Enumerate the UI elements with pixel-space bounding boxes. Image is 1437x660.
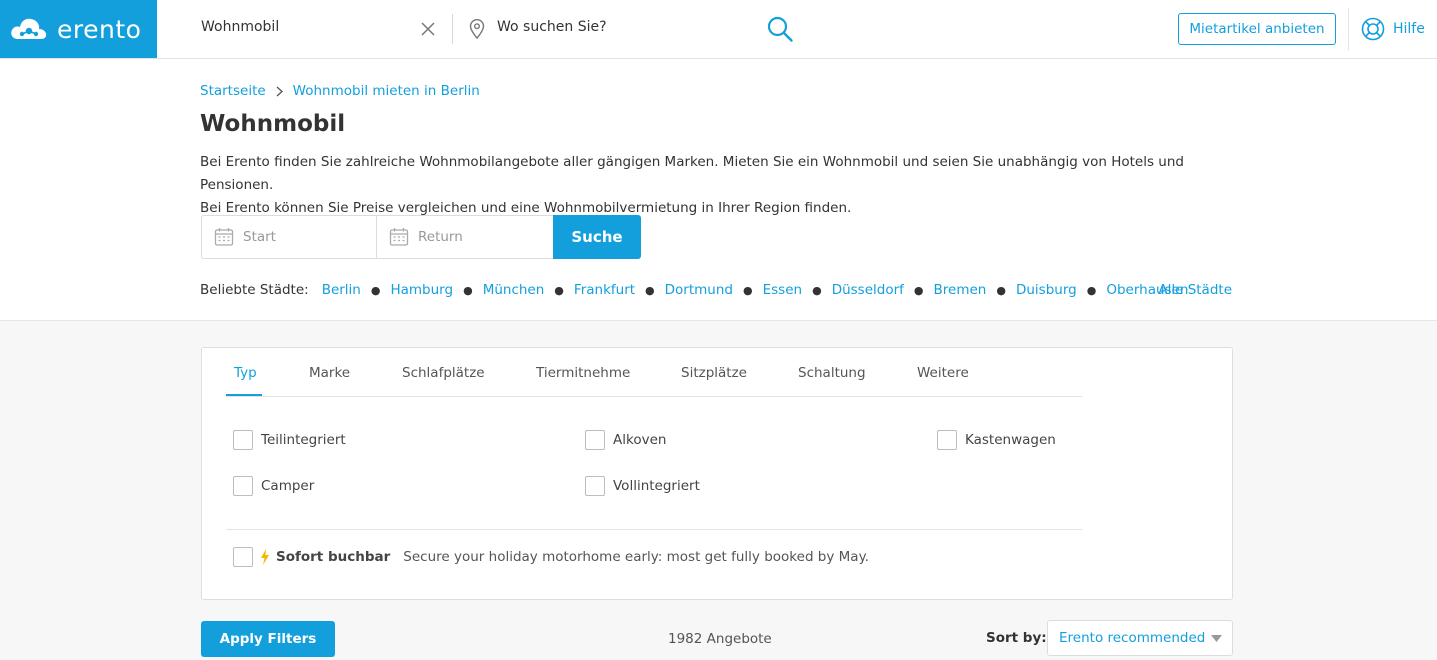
apply-filters-button[interactable]: Apply Filters — [201, 621, 335, 657]
checkbox[interactable] — [937, 430, 957, 450]
intro-text: Bei Erento finden Sie zahlreiche Wohnmob… — [200, 151, 1260, 220]
separator-dot: ● — [743, 283, 753, 297]
intro-line-1: Bei Erento finden Sie zahlreiche Wohnmob… — [200, 154, 1184, 193]
checkbox[interactable] — [585, 476, 605, 496]
location-input[interactable] — [497, 19, 747, 35]
calendar-icon — [214, 228, 234, 246]
start-placeholder: Start — [243, 229, 276, 245]
popular-cities: Beliebte Städte: Berlin ● Hamburg ● Münc… — [200, 282, 1232, 298]
option-vollintegriert[interactable]: Vollintegriert — [585, 476, 700, 496]
city-link-dortmund[interactable]: Dortmund — [665, 282, 733, 298]
city-link-duisburg[interactable]: Duisburg — [1016, 282, 1077, 298]
header-divider-right — [1348, 8, 1349, 50]
logo-text: erento — [57, 14, 142, 44]
offer-rental-button[interactable]: Mietartikel anbieten — [1178, 13, 1336, 45]
sort-value: Erento recommended — [1059, 630, 1206, 646]
option-label: Camper — [261, 478, 315, 494]
separator-dot: ● — [812, 283, 822, 297]
city-link-muenchen[interactable]: München — [483, 282, 545, 298]
instant-book-checkbox[interactable] — [233, 547, 253, 567]
checkbox[interactable] — [233, 476, 253, 496]
caret-down-icon — [1211, 635, 1222, 642]
option-label: Kastenwagen — [965, 432, 1056, 448]
city-link-essen[interactable]: Essen — [763, 282, 802, 298]
clear-icon[interactable] — [419, 20, 437, 38]
help-link[interactable]: Hilfe — [1361, 17, 1425, 41]
separator-dot: ● — [370, 283, 381, 297]
city-link-hamburg[interactable]: Hamburg — [390, 282, 453, 298]
tab-sitzplaetze[interactable]: Sitzplätze — [681, 365, 747, 381]
location-pin-icon — [469, 19, 485, 40]
filter-card: Typ Marke Schlafplätze Tiermitnehme Sitz… — [201, 347, 1233, 600]
separator-dot: ● — [554, 283, 564, 297]
help-label: Hilfe — [1393, 21, 1425, 37]
separator-dot: ● — [645, 283, 655, 297]
lifebuoy-icon — [1361, 17, 1385, 41]
sort-dropdown[interactable]: Erento recommended — [1047, 620, 1233, 656]
return-placeholder: Return — [418, 229, 463, 245]
sort-label: Sort by: — [986, 630, 1047, 646]
separator-dot: ● — [463, 283, 473, 297]
tab-weitere[interactable]: Weitere — [917, 365, 969, 381]
separator-dot: ● — [1086, 283, 1097, 297]
chevron-right-icon — [276, 86, 283, 96]
tab-typ[interactable]: Typ — [234, 365, 257, 381]
erento-logo[interactable]: erento — [0, 0, 157, 58]
option-label: Alkoven — [613, 432, 667, 448]
lightning-bolt-icon — [261, 549, 269, 565]
calendar-icon — [389, 228, 409, 246]
option-kastenwagen[interactable]: Kastenwagen — [937, 430, 1056, 450]
tab-schaltung[interactable]: Schaltung — [798, 365, 866, 381]
tab-tiermitnehme[interactable]: Tiermitnehme — [536, 365, 630, 381]
cloud-logo-icon — [11, 18, 47, 39]
option-alkoven[interactable]: Alkoven — [585, 430, 666, 450]
return-date-field[interactable]: Return — [376, 215, 554, 259]
top-header: erento Wohnmobil Mietartikel anbieten Hi… — [0, 0, 1437, 59]
separator-dot: ● — [996, 283, 1006, 297]
filter-tabs: Typ Marke Schlafplätze Tiermitnehme Sitz… — [226, 348, 1082, 397]
breadcrumb: Startseite Wohnmobil mieten in Berlin — [200, 83, 480, 99]
instant-book-label: Sofort buchbar — [276, 549, 391, 565]
popular-cities-label: Beliebte Städte: — [200, 282, 309, 298]
separator-dot: ● — [913, 283, 924, 297]
city-link-berlin[interactable]: Berlin — [322, 282, 361, 298]
instant-book-description: Secure your holiday motorhome early: mos… — [403, 549, 869, 565]
city-link-frankfurt[interactable]: Frankfurt — [574, 282, 635, 298]
breadcrumb-current[interactable]: Wohnmobil mieten in Berlin — [293, 83, 480, 99]
all-cities-link[interactable]: Alle Städte — [1158, 282, 1232, 298]
results-count: 1982 Angebote — [668, 631, 772, 647]
filter-divider — [226, 529, 1082, 530]
page-title: Wohnmobil — [200, 111, 346, 137]
active-tab-indicator — [226, 394, 262, 396]
instant-book-option[interactable]: Sofort buchbar Secure your holiday motor… — [233, 547, 869, 567]
checkbox[interactable] — [233, 430, 253, 450]
city-link-duesseldorf[interactable]: Düsseldorf — [832, 282, 904, 298]
checkbox[interactable] — [585, 430, 605, 450]
city-link-bremen[interactable]: Bremen — [934, 282, 987, 298]
breadcrumb-home[interactable]: Startseite — [200, 83, 266, 99]
header-divider — [452, 14, 453, 44]
option-camper[interactable]: Camper — [233, 476, 314, 496]
tab-marke[interactable]: Marke — [309, 365, 350, 381]
search-icon[interactable] — [766, 15, 794, 43]
start-date-field[interactable]: Start — [201, 215, 377, 259]
option-label: Vollintegriert — [613, 478, 700, 494]
search-button[interactable]: Suche — [553, 215, 641, 259]
search-what-value[interactable]: Wohnmobil — [201, 19, 279, 35]
option-label: Teilintegriert — [261, 432, 346, 448]
tab-schlafplaetze[interactable]: Schlafplätze — [402, 365, 485, 381]
option-teilintegriert[interactable]: Teilintegriert — [233, 430, 346, 450]
